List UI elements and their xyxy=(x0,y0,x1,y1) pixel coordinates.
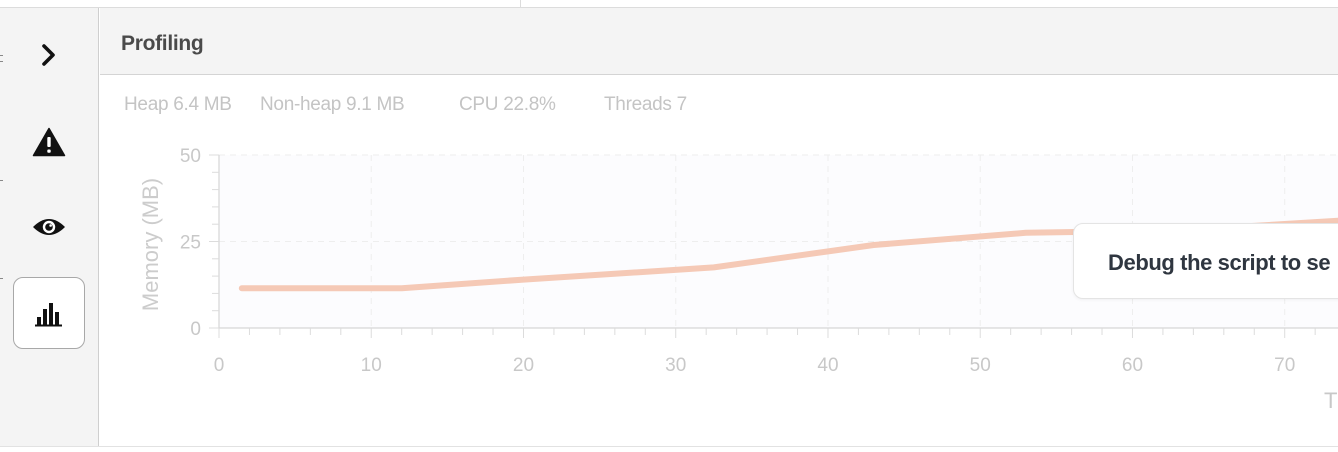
eye-icon xyxy=(33,219,65,235)
y-tick-label: 0 xyxy=(190,319,201,340)
rail-button-expand[interactable] xyxy=(13,19,85,91)
chevron-right-icon xyxy=(42,44,55,66)
rail-button-watch[interactable] xyxy=(13,191,85,263)
tooltip: Debug the script to se xyxy=(1073,223,1338,299)
top-strip xyxy=(0,0,1338,8)
y-tick-label: 50 xyxy=(180,146,201,167)
rail-edge-tick xyxy=(0,61,3,62)
warning-icon xyxy=(32,127,66,157)
rail-button-profiling[interactable] xyxy=(13,277,85,349)
top-strip-divider xyxy=(520,0,521,7)
x-tick-label: 70 xyxy=(1274,355,1295,376)
x-tick-label: 40 xyxy=(817,355,838,376)
rail-edge-tick xyxy=(0,180,3,181)
rail-edge-tick xyxy=(0,55,3,56)
y-tick-label: 25 xyxy=(180,233,201,254)
bar-chart-icon xyxy=(35,303,62,327)
bottom-divider xyxy=(0,446,1338,447)
x-tick-label: 20 xyxy=(513,355,534,376)
panel-title: Profiling xyxy=(121,32,204,55)
rail-button-problems[interactable] xyxy=(13,106,85,178)
x-tick-label: 30 xyxy=(665,355,686,376)
panel-header: Profiling xyxy=(100,8,1338,75)
x-tick-label: 10 xyxy=(361,355,382,376)
side-rail xyxy=(0,8,99,446)
rail-edge-tick xyxy=(0,278,3,279)
tooltip-text: Debug the script to se xyxy=(1108,250,1331,275)
x-axis-label: T xyxy=(1324,388,1337,413)
y-axis-label: Memory (MB) xyxy=(138,178,163,311)
x-tick-label: 60 xyxy=(1122,355,1143,376)
x-tick-label: 50 xyxy=(970,355,991,376)
profiling-panel: Heap 6.4 MB Non-heap 9.1 MB CPU 22.8% Th… xyxy=(100,76,1338,446)
x-tick-label: 0 xyxy=(214,355,225,376)
